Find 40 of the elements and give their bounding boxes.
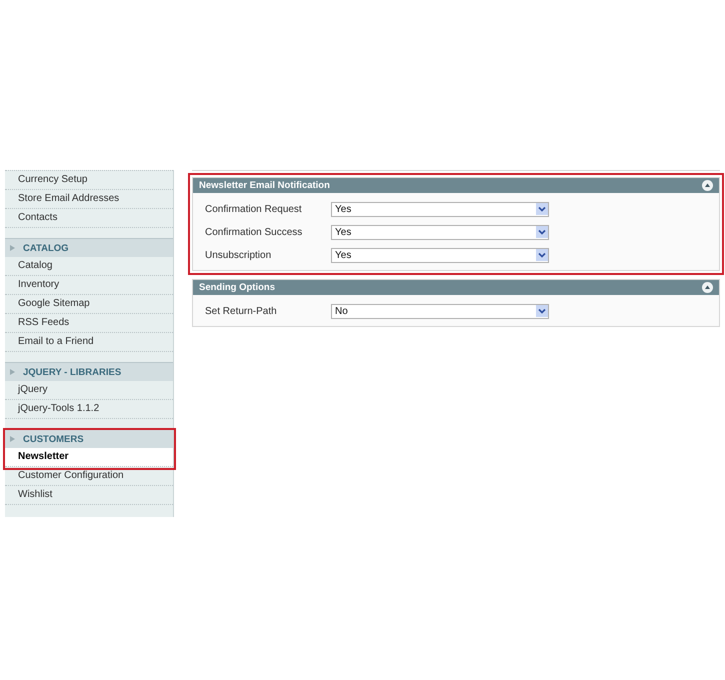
arrow-icon <box>10 245 15 251</box>
chevron-down-icon <box>536 203 548 215</box>
chevron-down-icon <box>536 305 548 317</box>
sidebar-item[interactable]: Inventory <box>5 276 173 295</box>
select-dropdown[interactable]: No <box>331 304 549 318</box>
section-title: JQUERY - LIBRARIES <box>23 366 122 378</box>
select-dropdown[interactable]: Yes <box>331 202 549 216</box>
section-title: CATALOG <box>23 242 69 254</box>
select-dropdown[interactable]: Yes <box>331 248 549 262</box>
arrow-icon <box>10 436 15 442</box>
sidebar-item[interactable]: Customer Configuration <box>5 467 173 486</box>
section-header[interactable]: Sending Options <box>193 280 719 295</box>
sidebar-item[interactable]: Google Sitemap <box>5 295 173 314</box>
field-label: Set Return-Path <box>205 306 278 316</box>
sidebar-item[interactable]: Wishlist <box>5 486 173 505</box>
sidebar-item[interactable]: Currency Setup <box>5 170 173 190</box>
field-label: Confirmation Success <box>205 226 304 238</box>
section-header[interactable]: CATALOG <box>5 238 173 257</box>
arrow-icon <box>10 369 15 375</box>
sidebar-item[interactable]: jQuery <box>5 381 173 400</box>
section-title: CUSTOMERS <box>23 434 84 444</box>
section-title: Sending Options <box>199 282 275 293</box>
sidebar-item[interactable]: Store Email Addresses <box>5 190 173 209</box>
sidebar-item[interactable]: Contacts <box>5 209 173 228</box>
field-label: Confirmation Request <box>205 204 303 214</box>
section-header[interactable]: Newsletter Email Notification <box>193 178 719 193</box>
chevron-down-icon <box>536 226 548 238</box>
sidebar-item[interactable]: jQuery-Tools 1.1.2 <box>5 400 173 419</box>
field-label: Unsubscription <box>205 250 272 260</box>
section-header[interactable]: JQUERY - LIBRARIES <box>5 362 173 381</box>
sidebar-item[interactable]: RSS Feeds <box>5 314 173 333</box>
collapse-icon[interactable] <box>702 282 713 293</box>
sidebar-item[interactable]: Catalog <box>5 257 173 276</box>
chevron-down-icon <box>536 249 548 261</box>
sidebar-item[interactable]: Email to a Friend <box>5 333 173 352</box>
section-header[interactable]: CUSTOMERS <box>5 429 173 448</box>
section-title: Newsletter Email Notification <box>199 180 330 191</box>
collapse-icon[interactable] <box>702 180 713 191</box>
sidebar-item[interactable]: Newsletter <box>5 448 173 467</box>
select-dropdown[interactable]: Yes <box>331 224 549 240</box>
